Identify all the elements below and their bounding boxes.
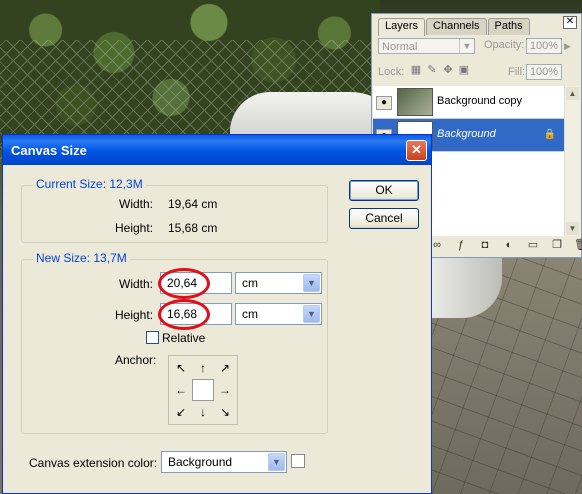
opacity-label: Opacity:	[484, 39, 525, 51]
anchor-label: Anchor:	[115, 353, 157, 367]
fill-label: Fill:	[508, 66, 526, 78]
new-group-icon[interactable]: ▭	[526, 238, 540, 252]
lock-icons: ▦ ✎ ✥ ▣	[410, 64, 470, 76]
adjustment-layer-icon[interactable]: ◐	[502, 238, 516, 252]
extension-color-label: Canvas extension color:	[29, 456, 158, 470]
tab-channels[interactable]: Channels	[426, 18, 487, 35]
anchor-center-cell[interactable]	[192, 379, 214, 401]
current-size-label: Current Size: 12,3M	[33, 177, 146, 191]
lock-transparent-icon[interactable]: ▦	[410, 64, 422, 76]
extension-color-value: Background	[168, 455, 233, 469]
link-layers-icon[interactable]: ∞	[430, 238, 444, 252]
scroll-down-icon[interactable]: ▼	[566, 222, 579, 235]
opacity-arrow-icon[interactable]: ▶	[564, 41, 571, 52]
lock-icon: 🔒	[543, 129, 556, 140]
lock-label: Lock:	[378, 66, 405, 78]
width-unit-value: cm	[242, 276, 258, 290]
chevron-down-icon: ▼	[268, 453, 285, 471]
trash-icon[interactable]: 🗑	[574, 238, 582, 252]
arrow-down-right-icon[interactable]: ↘	[214, 401, 236, 423]
chevron-down-icon: ▼	[303, 305, 320, 323]
lock-brush-icon[interactable]: ✎	[426, 64, 438, 76]
palette-footer: ∞ ƒ ◘ ◐ ▭ ❐ 🗑	[430, 238, 582, 252]
blend-opacity-row: Normal ▼ Opacity: 100% ▶	[378, 38, 576, 56]
scroll-up-icon[interactable]: ▲	[566, 87, 579, 100]
layer-name: Background	[437, 128, 496, 140]
layer-style-icon[interactable]: ƒ	[454, 238, 468, 252]
current-width-label: Width:	[119, 197, 154, 211]
height-unit-value: cm	[242, 307, 258, 321]
layer-name: Background copy	[437, 95, 522, 107]
current-height-value: 15,68 cm	[168, 221, 218, 235]
new-layer-icon[interactable]: ❐	[550, 238, 564, 252]
opacity-field[interactable]: 100%	[526, 38, 562, 54]
new-height-label: Height:	[115, 308, 154, 322]
tab-layers[interactable]: Layers	[378, 18, 426, 36]
arrow-up-icon[interactable]: ↑	[192, 357, 214, 379]
height-unit-select[interactable]: cm ▼	[235, 303, 322, 325]
relative-checkbox[interactable]	[146, 331, 159, 344]
lock-all-icon[interactable]: ▣	[458, 64, 470, 76]
layer-thumbnail	[397, 88, 433, 116]
current-width-value: 19,64 cm	[168, 197, 218, 211]
dialog-title: Canvas Size	[11, 143, 87, 158]
canvas-size-dialog: Canvas Size ✕ Current Size: 12,3M Width:…	[2, 134, 432, 494]
width-unit-select[interactable]: cm ▼	[235, 272, 322, 294]
palette-tabs: Layers Channels Paths	[378, 18, 531, 36]
arrow-up-left-icon[interactable]: ↖	[170, 357, 192, 379]
chevron-down-icon: ▼	[459, 39, 474, 53]
arrow-left-icon[interactable]: ←	[170, 379, 192, 401]
blend-mode-select[interactable]: Normal ▼	[378, 38, 475, 54]
eye-icon[interactable]: ●	[376, 96, 392, 110]
ok-button[interactable]: OK	[349, 180, 419, 201]
chevron-down-icon: ▼	[303, 274, 320, 292]
fill-field[interactable]: 100%	[526, 64, 562, 80]
relative-label: Relative	[162, 331, 206, 345]
current-height-label: Height:	[115, 221, 154, 235]
tab-paths[interactable]: Paths	[487, 18, 530, 35]
lock-fill-row: Lock: ▦ ✎ ✥ ▣ Fill: 100%	[378, 64, 576, 82]
new-width-label: Width:	[119, 277, 154, 291]
extension-color-select[interactable]: Background ▼	[161, 451, 287, 473]
height-highlight-circle	[158, 299, 210, 330]
new-size-label: New Size: 13,7M	[33, 251, 130, 265]
extension-color-swatch[interactable]	[291, 454, 305, 468]
lock-move-icon[interactable]: ✥	[442, 64, 454, 76]
arrow-right-icon[interactable]: →	[214, 379, 236, 401]
blend-mode-value: Normal	[382, 41, 418, 53]
arrow-down-left-icon[interactable]: ↙	[170, 401, 192, 423]
dialog-titlebar[interactable]: Canvas Size ✕	[3, 135, 431, 165]
arrow-down-icon[interactable]: ↓	[192, 401, 214, 423]
layer-mask-icon[interactable]: ◘	[478, 238, 492, 252]
anchor-grid: ↖ ↑ ↗ ← → ↙ ↓ ↘	[168, 355, 238, 425]
layer-row-background-copy[interactable]: ● Background copy	[373, 86, 564, 119]
close-icon[interactable]: ✕	[563, 16, 577, 29]
width-highlight-circle	[158, 268, 210, 299]
cancel-button[interactable]: Cancel	[349, 208, 419, 229]
arrow-up-right-icon[interactable]: ↗	[214, 357, 236, 379]
close-icon[interactable]: ✕	[406, 140, 427, 161]
layer-scrollbar[interactable]: ▲ ▼	[564, 86, 580, 236]
